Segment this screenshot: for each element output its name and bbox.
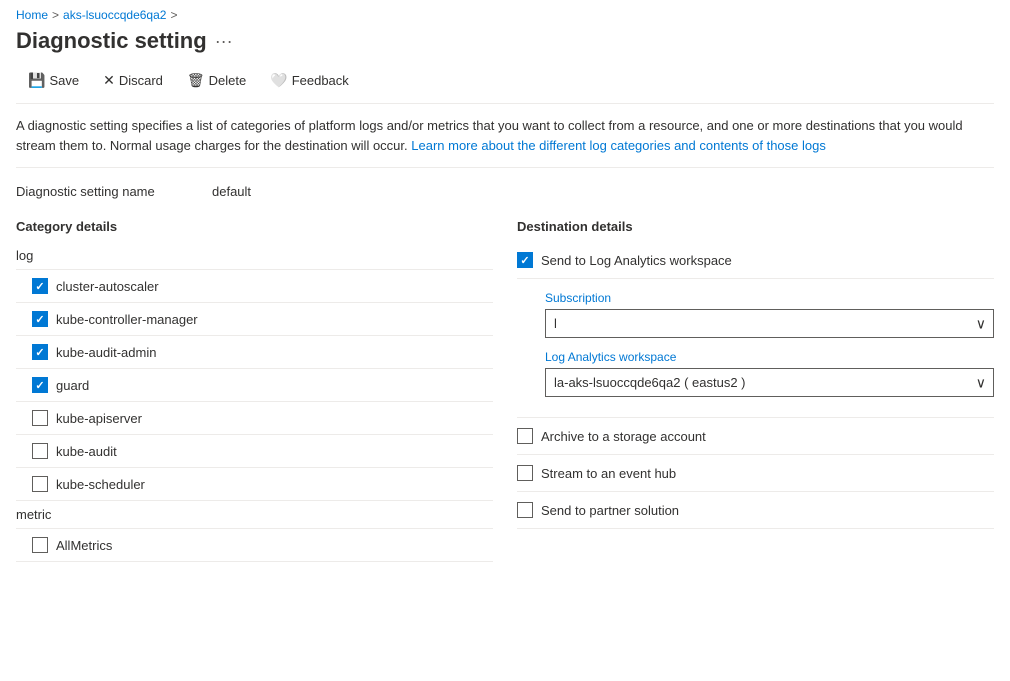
breadcrumb-sep1: >	[52, 8, 59, 22]
label-kube-audit[interactable]: kube-audit	[56, 444, 117, 459]
label-cluster-autoscaler[interactable]: cluster-autoscaler	[56, 279, 159, 294]
checkbox-kube-apiserver[interactable]	[32, 410, 48, 426]
label-kube-scheduler[interactable]: kube-scheduler	[56, 477, 145, 492]
workspace-select[interactable]: la-aks-lsuoccqde6qa2 ( eastus2 )	[545, 368, 994, 397]
workspace-select-wrapper: la-aks-lsuoccqde6qa2 ( eastus2 )	[545, 368, 994, 397]
subscription-select[interactable]: l	[545, 309, 994, 338]
checkbox-cluster-autoscaler[interactable]	[32, 278, 48, 294]
list-item: kube-audit	[16, 435, 493, 468]
label-stream-event-hub[interactable]: Stream to an event hub	[541, 466, 676, 481]
breadcrumb: Home > aks-lsuoccqde6qa2 >	[16, 8, 994, 22]
category-details: Category details log cluster-autoscaler …	[16, 219, 493, 562]
breadcrumb-home[interactable]: Home	[16, 8, 48, 22]
breadcrumb-sep2: >	[170, 8, 177, 22]
list-item: kube-scheduler	[16, 468, 493, 501]
label-kube-apiserver[interactable]: kube-apiserver	[56, 411, 142, 426]
label-log-analytics[interactable]: Send to Log Analytics workspace	[541, 253, 732, 268]
destination-details-title: Destination details	[517, 219, 994, 234]
label-archive-storage[interactable]: Archive to a storage account	[541, 429, 706, 444]
category-details-title: Category details	[16, 219, 493, 234]
breadcrumb-resource[interactable]: aks-lsuoccqde6qa2	[63, 8, 166, 22]
more-icon[interactable]: ···	[215, 31, 233, 52]
list-item: kube-audit-admin	[16, 336, 493, 369]
list-item: AllMetrics	[16, 529, 493, 562]
list-item: cluster-autoscaler	[16, 270, 493, 303]
discard-icon: ✕	[103, 72, 115, 89]
label-partner-solution[interactable]: Send to partner solution	[541, 503, 679, 518]
delete-icon: 🗑	[187, 72, 205, 89]
page-title-row: Diagnostic setting ···	[16, 28, 994, 54]
setting-name-label: Diagnostic setting name	[16, 184, 196, 199]
archive-storage-item: Archive to a storage account	[517, 418, 994, 455]
log-analytics-options: Subscription l Log Analytics workspace l…	[517, 279, 994, 418]
delete-button[interactable]: 🗑 Delete	[175, 66, 258, 95]
partner-solution-item: Send to partner solution	[517, 492, 994, 529]
page-title: Diagnostic setting	[16, 28, 207, 54]
description-link[interactable]: Learn more about the different log categ…	[411, 138, 826, 153]
save-button[interactable]: 💾 Save	[16, 66, 91, 95]
subscription-label: Subscription	[545, 291, 994, 305]
label-guard[interactable]: guard	[56, 378, 89, 393]
checkbox-log-analytics[interactable]	[517, 252, 533, 268]
feedback-button[interactable]: 🤍 Feedback	[258, 66, 361, 95]
checkbox-guard[interactable]	[32, 377, 48, 393]
toolbar: 💾 Save ✕ Discard 🗑 Delete 🤍 Feedback	[16, 66, 994, 104]
label-kube-controller-manager[interactable]: kube-controller-manager	[56, 312, 198, 327]
checkbox-kube-controller-manager[interactable]	[32, 311, 48, 327]
checkbox-kube-scheduler[interactable]	[32, 476, 48, 492]
description: A diagnostic setting specifies a list of…	[16, 116, 994, 168]
subscription-select-wrapper: l	[545, 309, 994, 338]
stream-event-hub-item: Stream to an event hub	[517, 455, 994, 492]
send-to-log-analytics-item: Send to Log Analytics workspace	[517, 242, 994, 279]
setting-name-row: Diagnostic setting name default	[16, 184, 994, 199]
checkbox-stream-event-hub[interactable]	[517, 465, 533, 481]
list-item: guard	[16, 369, 493, 402]
label-allmetrics[interactable]: AllMetrics	[56, 538, 112, 553]
checkbox-allmetrics[interactable]	[32, 537, 48, 553]
workspace-field: Log Analytics workspace la-aks-lsuoccqde…	[545, 350, 994, 397]
feedback-icon: 🤍	[270, 72, 287, 89]
list-item: kube-controller-manager	[16, 303, 493, 336]
setting-name-value: default	[212, 184, 251, 199]
two-col-layout: Category details log cluster-autoscaler …	[16, 219, 994, 562]
checkbox-partner-solution[interactable]	[517, 502, 533, 518]
label-kube-audit-admin[interactable]: kube-audit-admin	[56, 345, 156, 360]
log-section-header: log	[16, 242, 493, 270]
list-item: kube-apiserver	[16, 402, 493, 435]
checkbox-kube-audit[interactable]	[32, 443, 48, 459]
checkbox-archive-storage[interactable]	[517, 428, 533, 444]
save-icon: 💾	[28, 72, 45, 89]
checkbox-kube-audit-admin[interactable]	[32, 344, 48, 360]
subscription-field: Subscription l	[545, 291, 994, 338]
metric-section-header: metric	[16, 501, 493, 529]
workspace-label: Log Analytics workspace	[545, 350, 994, 364]
discard-button[interactable]: ✕ Discard	[91, 66, 175, 95]
destination-details: Destination details Send to Log Analytic…	[517, 219, 994, 562]
